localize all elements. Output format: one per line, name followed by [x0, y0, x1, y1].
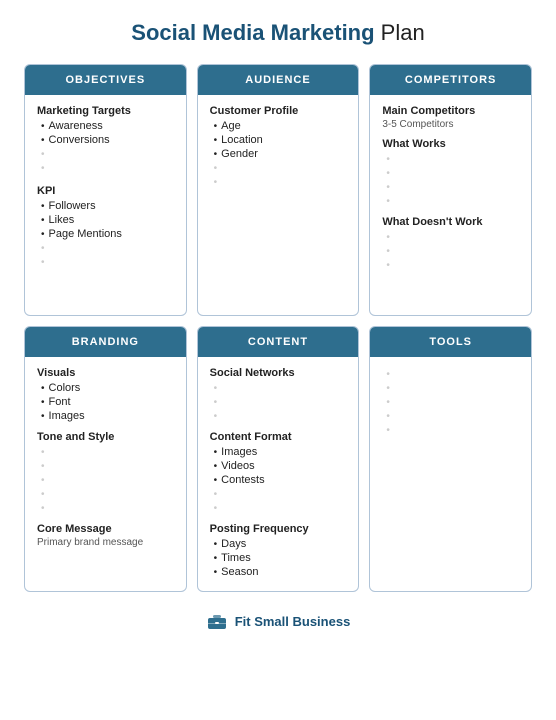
list-item: [386, 230, 519, 244]
list-item: [41, 459, 174, 473]
content-frequency-title: Posting Frequency: [210, 523, 347, 535]
tools-card: TOOLS: [369, 326, 532, 592]
list-item: Images: [41, 409, 174, 423]
list-item: Likes: [41, 213, 174, 227]
objectives-kpi-list: Followers Likes Page Mentions: [37, 199, 174, 269]
list-item: Season: [214, 565, 347, 579]
bottom-grid: BRANDING Visuals Colors Font Images Tone…: [24, 326, 532, 592]
page-title: Social Media Marketing Plan: [24, 20, 532, 46]
list-item: [386, 258, 519, 272]
competitors-doesnt-title: What Doesn't Work: [382, 216, 519, 228]
competitors-works-title: What Works: [382, 138, 519, 150]
competitors-sublabel: 3-5 Competitors: [382, 119, 519, 130]
objectives-marketing-list: Awareness Conversions: [37, 119, 174, 175]
list-item: Contests: [214, 473, 347, 487]
list-item: [214, 487, 347, 501]
competitors-header: COMPETITORS: [370, 65, 531, 95]
list-item: Times: [214, 551, 347, 565]
competitors-works-list: [382, 152, 519, 208]
list-item: Page Mentions: [41, 227, 174, 241]
audience-card: AUDIENCE Customer Profile Age Location G…: [197, 64, 360, 316]
content-networks-title: Social Networks: [210, 367, 347, 379]
objectives-body: Marketing Targets Awareness Conversions …: [25, 95, 186, 315]
list-item: [214, 501, 347, 515]
branding-body: Visuals Colors Font Images Tone and Styl…: [25, 357, 186, 577]
competitors-doesnt-list: [382, 230, 519, 272]
objectives-marketing-title: Marketing Targets: [37, 105, 174, 117]
content-header: CONTENT: [198, 327, 359, 357]
competitors-body: Main Competitors 3-5 Competitors What Wo…: [370, 95, 531, 315]
audience-body: Customer Profile Age Location Gender: [198, 95, 359, 315]
content-card: CONTENT Social Networks Content Format I…: [197, 326, 360, 592]
footer: Fit Small Business: [24, 610, 532, 632]
list-item: [214, 161, 347, 175]
list-item: Videos: [214, 459, 347, 473]
list-item: Colors: [41, 381, 174, 395]
branding-visuals-title: Visuals: [37, 367, 174, 379]
list-item: Gender: [214, 147, 347, 161]
list-item: [214, 381, 347, 395]
list-item: Font: [41, 395, 174, 409]
list-item: Days: [214, 537, 347, 551]
list-item: [386, 367, 519, 381]
list-item: Age: [214, 119, 347, 133]
list-item: [386, 180, 519, 194]
tools-header: TOOLS: [370, 327, 531, 357]
list-item: [41, 161, 174, 175]
list-item: Conversions: [41, 133, 174, 147]
briefcase-icon: [206, 610, 228, 632]
audience-profile-title: Customer Profile: [210, 105, 347, 117]
objectives-kpi-title: KPI: [37, 185, 174, 197]
footer-brand: Fit Small Business: [235, 614, 351, 629]
list-item: Awareness: [41, 119, 174, 133]
list-item: Location: [214, 133, 347, 147]
list-item: [214, 175, 347, 189]
branding-tone-list: [37, 445, 174, 515]
list-item: [214, 409, 347, 423]
list-item: [386, 194, 519, 208]
list-item: [41, 255, 174, 269]
branding-tone-title: Tone and Style: [37, 431, 174, 443]
list-item: Followers: [41, 199, 174, 213]
objectives-card: OBJECTIVES Marketing Targets Awareness C…: [24, 64, 187, 316]
content-format-list: Images Videos Contests: [210, 445, 347, 515]
competitors-card: COMPETITORS Main Competitors 3-5 Competi…: [369, 64, 532, 316]
tools-body: [370, 357, 531, 577]
list-item: [214, 395, 347, 409]
branding-card: BRANDING Visuals Colors Font Images Tone…: [24, 326, 187, 592]
objectives-header: OBJECTIVES: [25, 65, 186, 95]
top-grid: OBJECTIVES Marketing Targets Awareness C…: [24, 64, 532, 316]
list-item: [41, 487, 174, 501]
list-item: [41, 147, 174, 161]
audience-header: AUDIENCE: [198, 65, 359, 95]
competitors-main-title: Main Competitors: [382, 105, 519, 117]
list-item: Images: [214, 445, 347, 459]
branding-core-title: Core Message: [37, 523, 174, 535]
content-format-title: Content Format: [210, 431, 347, 443]
tools-list: [382, 367, 519, 437]
audience-profile-list: Age Location Gender: [210, 119, 347, 189]
list-item: [386, 423, 519, 437]
list-item: [386, 152, 519, 166]
list-item: [41, 473, 174, 487]
list-item: [386, 409, 519, 423]
list-item: [386, 244, 519, 258]
content-body: Social Networks Content Format Images Vi…: [198, 357, 359, 591]
branding-visuals-list: Colors Font Images: [37, 381, 174, 423]
list-item: [41, 445, 174, 459]
list-item: [41, 241, 174, 255]
list-item: [386, 395, 519, 409]
list-item: [41, 501, 174, 515]
branding-core-label: Primary brand message: [37, 537, 174, 548]
content-networks-list: [210, 381, 347, 423]
branding-header: BRANDING: [25, 327, 186, 357]
list-item: [386, 381, 519, 395]
list-item: [386, 166, 519, 180]
content-frequency-list: Days Times Season: [210, 537, 347, 579]
